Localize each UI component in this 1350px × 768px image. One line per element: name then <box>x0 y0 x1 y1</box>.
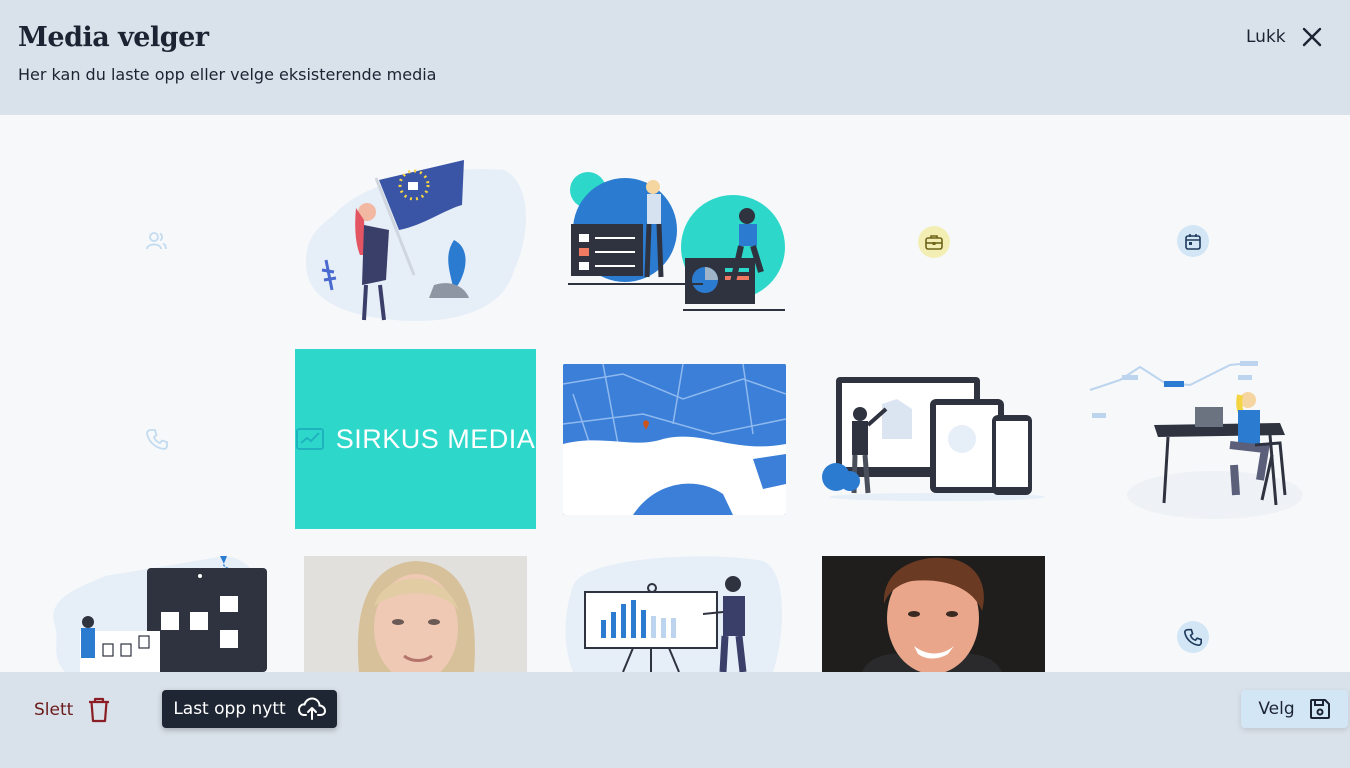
delete-button[interactable]: Slett <box>26 692 119 728</box>
media-item-presentation-chart[interactable] <box>563 556 786 672</box>
delete-label: Slett <box>34 700 74 720</box>
media-item-phone-2[interactable] <box>1177 621 1209 653</box>
page-title: Media velger <box>18 22 209 53</box>
media-item-calendar[interactable] <box>1177 225 1209 257</box>
close-label: Lukk <box>1246 27 1286 47</box>
upload-label: Last opp nytt <box>173 699 286 719</box>
media-item-portrait-woman[interactable] <box>304 556 527 672</box>
media-item-dashboard-people[interactable] <box>563 172 786 312</box>
media-item-users[interactable] <box>141 225 173 257</box>
media-grid[interactable]: SIRKUS MEDIA <box>0 115 1350 672</box>
portrait-woman-photo <box>304 556 527 672</box>
trash-icon <box>89 697 110 723</box>
users-icon <box>146 232 167 250</box>
presentation-illustration <box>565 556 783 672</box>
media-item-city-map[interactable] <box>563 364 786 515</box>
close-button[interactable]: Lukk <box>1246 22 1322 52</box>
save-icon <box>1309 699 1330 719</box>
select-button[interactable]: Velg <box>1241 690 1348 728</box>
media-item-workspace-mindmap[interactable] <box>1080 355 1305 520</box>
media-item-workflow-diagram[interactable] <box>45 556 267 672</box>
workspace-illustration <box>1089 361 1303 519</box>
close-icon <box>1302 27 1321 47</box>
gdpr-flag-illustration <box>305 160 526 321</box>
media-item-sirkus-media[interactable]: SIRKUS MEDIA <box>295 349 536 529</box>
action-footer: Slett Last opp nytt Velg <box>0 672 1350 768</box>
page-subtitle: Her kan du laste opp eller velge eksiste… <box>18 65 437 84</box>
cloud-upload-icon <box>297 697 326 720</box>
city-map-illustration <box>563 364 786 515</box>
sirkus-media-text: SIRKUS MEDIA <box>335 423 536 454</box>
briefcase-icon <box>925 235 943 250</box>
media-item-briefcase[interactable] <box>918 226 950 258</box>
devices-illustration <box>822 377 1045 501</box>
select-label: Velg <box>1258 699 1295 719</box>
media-item-portrait-man[interactable] <box>822 556 1045 672</box>
portrait-man-photo <box>822 556 1045 672</box>
phone-icon <box>1184 628 1202 646</box>
dashboard-people-illustration <box>568 172 785 311</box>
media-item-phone-1[interactable] <box>141 423 173 455</box>
media-item-gdpr-flag[interactable] <box>304 160 527 322</box>
media-picker-header: Media velger Her kan du laste opp eller … <box>0 0 1350 115</box>
calendar-icon <box>1185 233 1201 250</box>
phone-icon <box>146 429 168 450</box>
workflow-illustration <box>53 556 267 672</box>
media-item-responsive-devices[interactable] <box>822 369 1045 511</box>
chart-logo-icon <box>295 428 324 450</box>
upload-new-button[interactable]: Last opp nytt <box>162 690 337 728</box>
